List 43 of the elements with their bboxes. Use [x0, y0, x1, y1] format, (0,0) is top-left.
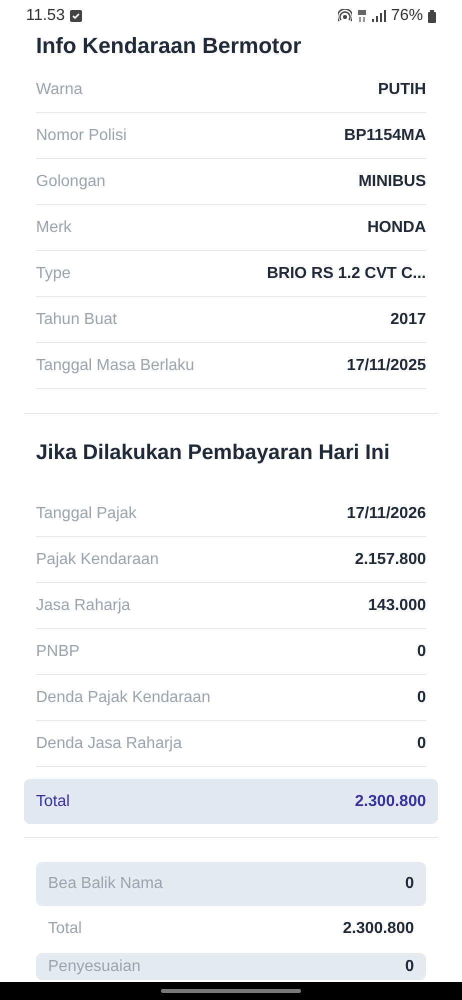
field-value: BP1154MA	[344, 126, 426, 146]
field-label: Denda Pajak Kendaraan	[36, 688, 210, 708]
home-indicator[interactable]	[161, 989, 301, 993]
field-value: 17/11/2025	[346, 356, 426, 376]
status-time: 11.53	[26, 6, 65, 26]
hotspot-icon	[338, 9, 352, 23]
field-label: Nomor Polisi	[36, 126, 127, 146]
field-value: 2.300.800	[342, 919, 414, 939]
field-value: PUTIH	[378, 80, 426, 100]
signal-icon	[372, 10, 386, 22]
field-label: Merk	[36, 218, 72, 238]
field-value: 2.157.800	[354, 550, 426, 570]
field-value: HONDA	[367, 218, 426, 238]
battery-percentage: 76%	[390, 6, 423, 26]
field-value: 2017	[390, 310, 426, 330]
field-label: Type	[36, 264, 71, 284]
total-value: 2.300.800	[354, 792, 426, 812]
field-value: 143.000	[368, 596, 426, 616]
field-value: 0	[417, 642, 426, 662]
field-value: 0	[417, 734, 426, 754]
field-value: 0	[417, 688, 426, 708]
fee-label: Penyesuaian	[48, 956, 141, 976]
total-label: Total	[36, 792, 70, 812]
field-value: 17/11/2026	[346, 504, 426, 524]
section-title: Jika Dilakukan Pembayaran Hari Ini	[36, 440, 391, 466]
field-value: MINIBUS	[358, 172, 426, 192]
field-value: BRIO RS 1.2 CVT C...	[266, 264, 426, 284]
section-title: Info Kendaraan Bermotor	[36, 32, 302, 60]
field-label: Jasa Raharja	[36, 596, 130, 616]
fee-value: 0	[405, 874, 414, 894]
battery-icon	[428, 10, 436, 22]
checkbox-icon	[70, 10, 82, 22]
field-label: Tanggal Pajak	[36, 504, 137, 524]
field-label: Tahun Buat	[36, 310, 117, 330]
field-label: Golongan	[36, 172, 106, 192]
fee-label: Bea Balik Nama	[48, 874, 163, 894]
field-label: Tanggal Masa Berlaku	[36, 356, 194, 376]
fee-value: 0	[405, 956, 414, 976]
field-label: Denda Jasa Raharja	[36, 734, 182, 754]
field-label: Total	[48, 919, 82, 939]
field-label: Pajak Kendaraan	[36, 550, 159, 570]
field-label: PNBP	[36, 642, 80, 662]
field-label: Warna	[36, 80, 83, 100]
